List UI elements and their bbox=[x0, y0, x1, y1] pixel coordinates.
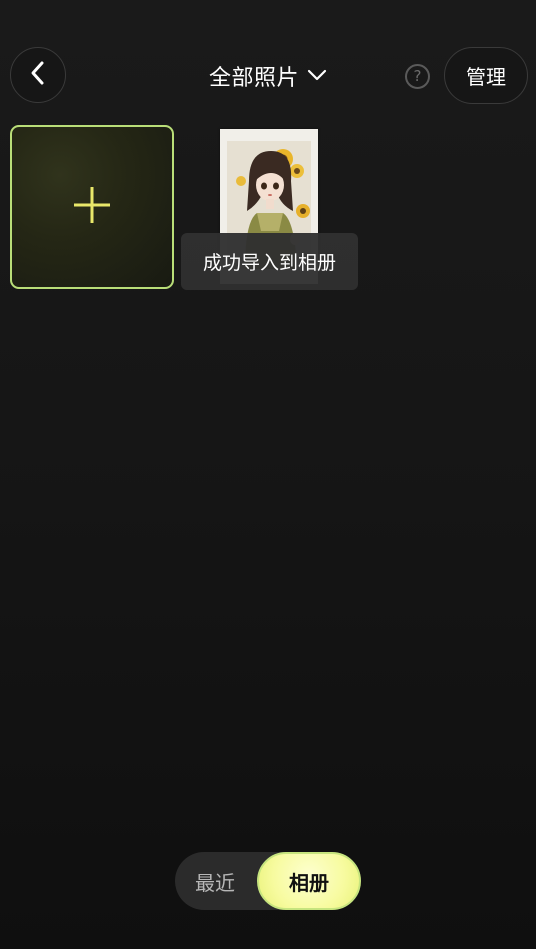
manage-button-label: 管理 bbox=[466, 65, 506, 89]
tab-album[interactable]: 相册 bbox=[257, 852, 361, 910]
chevron-down-icon bbox=[307, 67, 327, 86]
page-title: 全部照片 bbox=[208, 66, 299, 91]
add-photo-button[interactable] bbox=[10, 125, 174, 289]
tab-recent[interactable]: 最近 bbox=[175, 852, 255, 910]
success-toast: 成功导入到相册 bbox=[181, 233, 358, 290]
manage-button[interactable]: 管理 bbox=[444, 47, 528, 104]
question-circle-icon[interactable]: ? bbox=[405, 64, 430, 89]
toast-text: 成功导入到相册 bbox=[202, 252, 336, 274]
tab-recent-label: 最近 bbox=[195, 870, 235, 895]
view-switcher: 最近 相册 bbox=[175, 852, 361, 910]
help-glyph: ? bbox=[413, 67, 422, 85]
tab-album-label: 相册 bbox=[289, 870, 329, 895]
plus-icon bbox=[72, 185, 112, 229]
